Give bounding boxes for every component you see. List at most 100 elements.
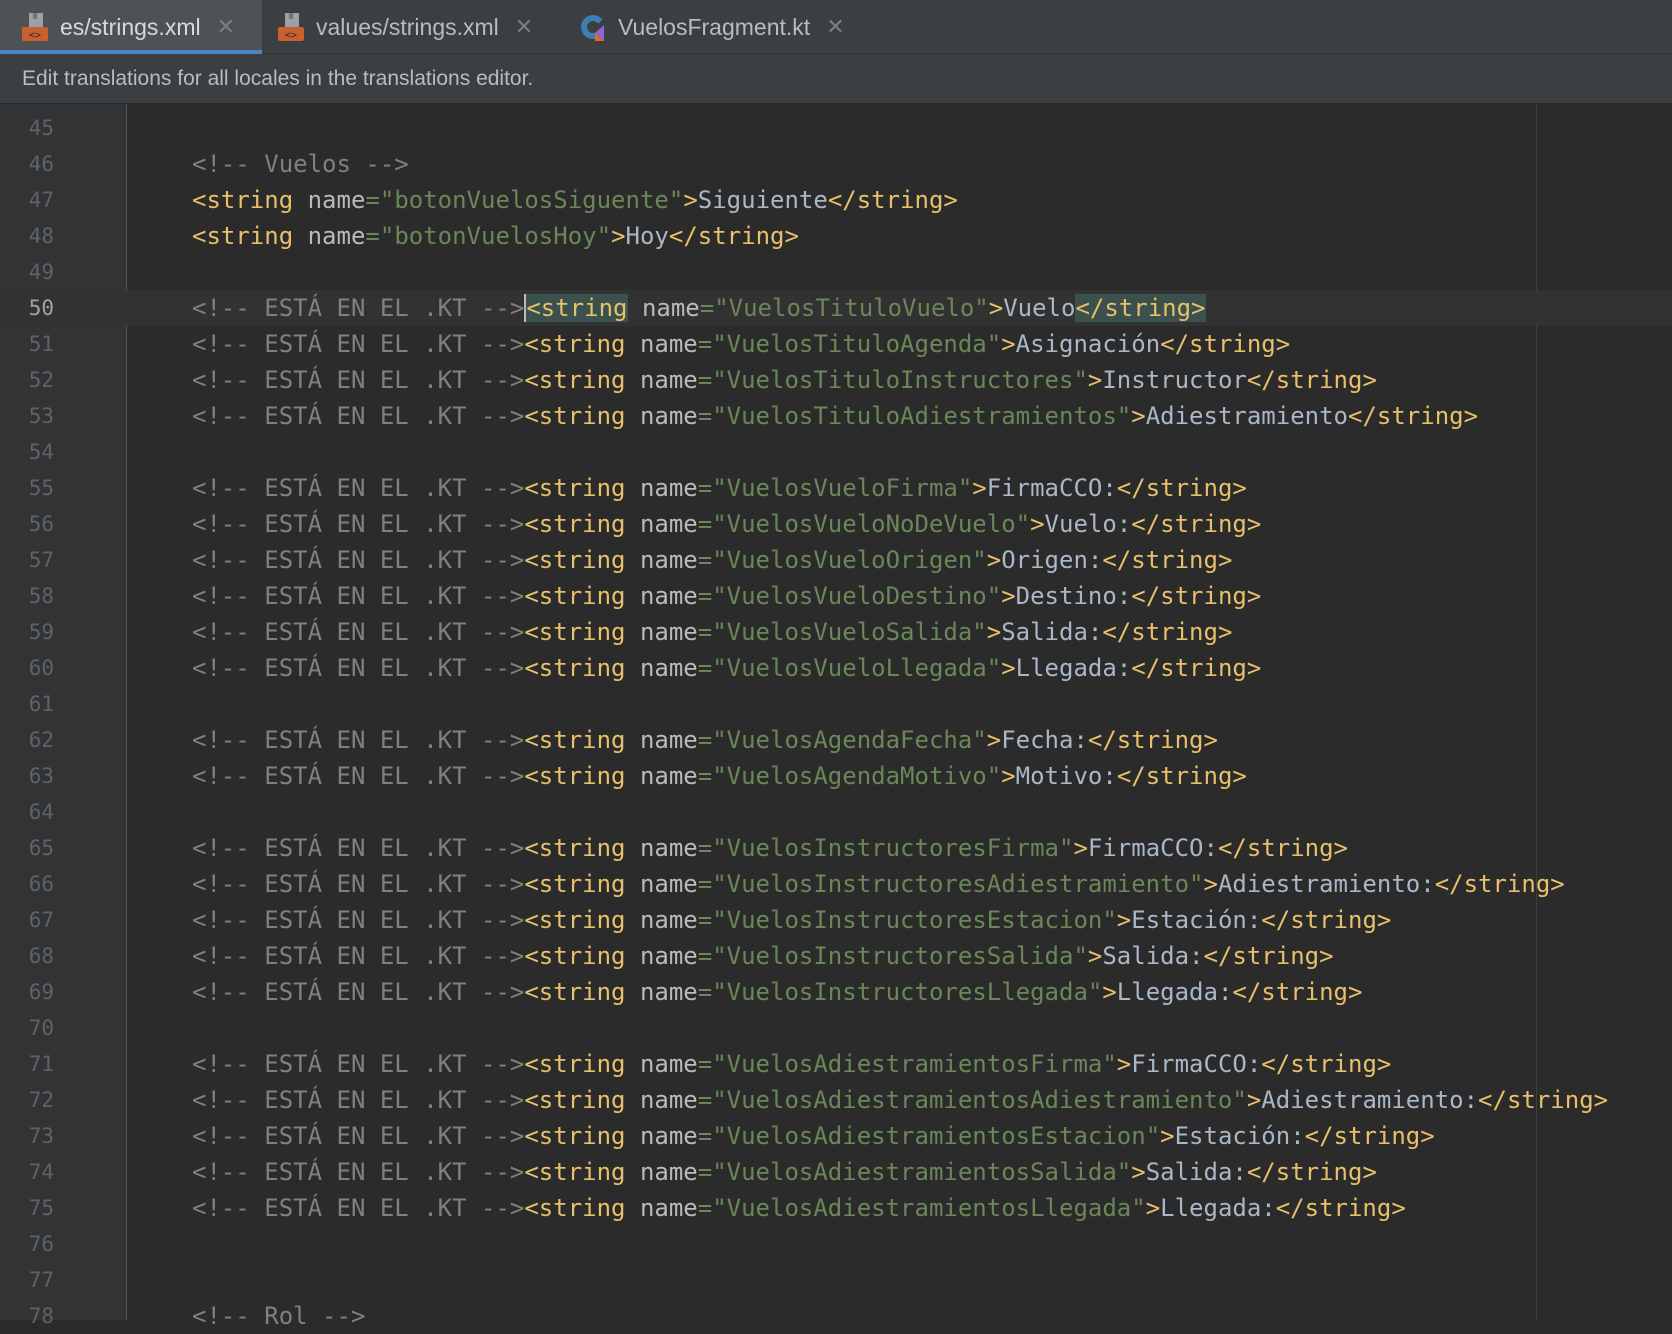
code-line[interactable]: 56 <!-- ESTÁ EN EL .KT --><string name="V… bbox=[0, 506, 1672, 542]
code-line[interactable]: 74 <!-- ESTÁ EN EL .KT --><string name="V… bbox=[0, 1154, 1672, 1190]
tag-bracket: > bbox=[1145, 1194, 1161, 1222]
attribute-quote: =" bbox=[697, 474, 727, 502]
tab-es-strings-xml[interactable]: <> es/strings.xml ✕ bbox=[0, 0, 262, 54]
code-editor[interactable]: 45 46 <!-- Vuelos --> 47 <string name="boton… bbox=[0, 104, 1672, 1330]
line-number: 65 bbox=[28, 836, 54, 860]
close-icon[interactable]: ✕ bbox=[217, 14, 235, 40]
svg-text:<>: <> bbox=[29, 30, 41, 41]
xml-file-icon: <> bbox=[20, 11, 50, 43]
code-line[interactable]: 65 <!-- ESTÁ EN EL .KT --><string name="V… bbox=[0, 830, 1672, 866]
code-line[interactable]: 57 <!-- ESTÁ EN EL .KT --><string name="V… bbox=[0, 542, 1672, 578]
code-line[interactable]: 48 <string name="botonVuelosHoy">Hoy</str… bbox=[0, 218, 1672, 254]
attribute-name: name bbox=[627, 294, 700, 322]
line-number: 74 bbox=[28, 1160, 54, 1184]
code-line[interactable]: 73 <!-- ESTÁ EN EL .KT --><string name="V… bbox=[0, 1118, 1672, 1154]
attribute-name: name bbox=[293, 222, 366, 250]
code-line[interactable]: 68 <!-- ESTÁ EN EL .KT --><string name="V… bbox=[0, 938, 1672, 974]
open-tag: <string bbox=[524, 906, 626, 934]
attribute-quote: =" bbox=[697, 942, 727, 970]
xml-comment: <!-- ESTÁ EN EL .KT --> bbox=[192, 1122, 525, 1150]
attribute-quote: " bbox=[1087, 978, 1103, 1006]
open-tag: <string bbox=[524, 402, 626, 430]
string-value: Adiestramiento: bbox=[1217, 870, 1435, 898]
code-line[interactable]: 71 <!-- ESTÁ EN EL .KT --><string name="V… bbox=[0, 1046, 1672, 1082]
code-line[interactable]: 55 <!-- ESTÁ EN EL .KT --><string name="V… bbox=[0, 470, 1672, 506]
tag-bracket: > bbox=[1001, 654, 1016, 682]
code-line[interactable]: 52 <!-- ESTÁ EN EL .KT --><string name="V… bbox=[0, 362, 1672, 398]
code-line[interactable]: 60 <!-- ESTÁ EN EL .KT --><string name="V… bbox=[0, 650, 1672, 686]
tab-values-strings-xml[interactable]: <> values/strings.xml ✕ bbox=[276, 0, 560, 54]
code-line[interactable]: 66 <!-- ESTÁ EN EL .KT --><string name="V… bbox=[0, 866, 1672, 902]
attribute-quote: =" bbox=[697, 510, 727, 538]
line-number: 63 bbox=[28, 764, 54, 788]
tag-bracket: > bbox=[1116, 1050, 1132, 1078]
code-line[interactable]: 77 bbox=[0, 1262, 1672, 1298]
code-line[interactable]: 50 <!-- ESTÁ EN EL .KT --><string name="V… bbox=[0, 290, 1672, 326]
attribute-name: name bbox=[625, 1122, 698, 1150]
code-line[interactable]: 54 bbox=[0, 434, 1672, 470]
attribute-value: botonVuelosSiguente bbox=[394, 186, 669, 214]
string-value: FirmaCCO: bbox=[986, 474, 1117, 502]
code-line[interactable]: 78 <!-- Rol --> bbox=[0, 1298, 1672, 1334]
code-line[interactable]: 63 <!-- ESTÁ EN EL .KT --><string name="V… bbox=[0, 758, 1672, 794]
attribute-quote: =" bbox=[697, 1194, 727, 1222]
banner-text: Edit translations for all locales in the… bbox=[22, 67, 534, 90]
open-tag: <string bbox=[524, 834, 626, 862]
code-line[interactable]: 61 bbox=[0, 686, 1672, 722]
line-number: 60 bbox=[28, 656, 54, 680]
attribute-quote: =" bbox=[697, 618, 727, 646]
code-line[interactable]: 76 bbox=[0, 1226, 1672, 1262]
open-tag: <string bbox=[524, 942, 626, 970]
attribute-name: name bbox=[625, 762, 698, 790]
string-value: Salida: bbox=[1102, 942, 1204, 970]
code-line[interactable]: 49 bbox=[0, 254, 1672, 290]
code-line[interactable]: 62 <!-- ESTÁ EN EL .KT --><string name="V… bbox=[0, 722, 1672, 758]
close-tag: </string> bbox=[1116, 474, 1247, 502]
code-line[interactable]: 72 <!-- ESTÁ EN EL .KT --><string name="V… bbox=[0, 1082, 1672, 1118]
code-line[interactable]: 46 <!-- Vuelos --> bbox=[0, 146, 1672, 182]
attribute-quote: " bbox=[1145, 1122, 1161, 1150]
tag-bracket: > bbox=[1001, 582, 1016, 610]
tab-vuelosfragment-kt[interactable]: VuelosFragment.kt ✕ bbox=[578, 0, 868, 54]
close-tag: </string> bbox=[1348, 402, 1479, 430]
code-line[interactable]: 51 <!-- ESTÁ EN EL .KT --><string name="V… bbox=[0, 326, 1672, 362]
string-value: Vuelo bbox=[1003, 294, 1076, 322]
code-line[interactable]: 59 <!-- ESTÁ EN EL .KT --><string name="V… bbox=[0, 614, 1672, 650]
line-number: 71 bbox=[28, 1052, 54, 1076]
string-value: Llegada: bbox=[1015, 654, 1132, 682]
code-line[interactable]: 69 <!-- ESTÁ EN EL .KT --><string name="V… bbox=[0, 974, 1672, 1010]
close-tag: </string> bbox=[1246, 366, 1377, 394]
code-line[interactable]: 67 <!-- ESTÁ EN EL .KT --><string name="V… bbox=[0, 902, 1672, 938]
xml-comment: <!-- ESTÁ EN EL .KT --> bbox=[192, 834, 525, 862]
tag-bracket: > bbox=[1001, 762, 1016, 790]
code-line[interactable]: 47 <string name="botonVuelosSiguente">Sig… bbox=[0, 182, 1672, 218]
code-line[interactable]: 75 <!-- ESTÁ EN EL .KT --><string name="V… bbox=[0, 1190, 1672, 1226]
code-line[interactable]: 45 bbox=[0, 110, 1672, 146]
code-line[interactable]: 70 bbox=[0, 1010, 1672, 1046]
code-text: <!-- ESTÁ EN EL .KT --><string name="Vue… bbox=[192, 974, 1362, 1010]
attribute-quote: " bbox=[1015, 510, 1031, 538]
open-tag: <string bbox=[524, 618, 626, 646]
code-line[interactable]: 53 <!-- ESTÁ EN EL .KT --><string name="V… bbox=[0, 398, 1672, 434]
close-icon[interactable]: ✕ bbox=[515, 14, 533, 40]
code-text: <!-- ESTÁ EN EL .KT --><string name="Vue… bbox=[192, 398, 1478, 434]
xml-comment: <!-- ESTÁ EN EL .KT --> bbox=[192, 330, 525, 358]
attribute-value: VuelosAdiestramientosFirma bbox=[726, 1050, 1103, 1078]
xml-comment: <!-- ESTÁ EN EL .KT --> bbox=[192, 870, 525, 898]
attribute-quote: =" bbox=[365, 222, 395, 250]
string-value: Estación: bbox=[1174, 1122, 1305, 1150]
open-tag: <string bbox=[524, 294, 628, 322]
line-number: 70 bbox=[28, 1016, 54, 1040]
tag-bracket: > bbox=[1131, 402, 1146, 430]
attribute-value: VuelosVueloFirma bbox=[726, 474, 958, 502]
code-line[interactable]: 58 <!-- ESTÁ EN EL .KT --><string name="V… bbox=[0, 578, 1672, 614]
line-number: 64 bbox=[28, 800, 54, 824]
code-text: <!-- ESTÁ EN EL .KT --><string name="Vue… bbox=[192, 326, 1290, 362]
line-number: 55 bbox=[28, 476, 54, 500]
close-icon[interactable]: ✕ bbox=[826, 14, 844, 40]
attribute-value: VuelosInstructoresAdiestramiento bbox=[726, 870, 1190, 898]
string-value: Salida: bbox=[1001, 618, 1103, 646]
code-line[interactable]: 64 bbox=[0, 794, 1672, 830]
attribute-value: VuelosVueloSalida bbox=[726, 618, 973, 646]
attribute-name: name bbox=[625, 654, 698, 682]
